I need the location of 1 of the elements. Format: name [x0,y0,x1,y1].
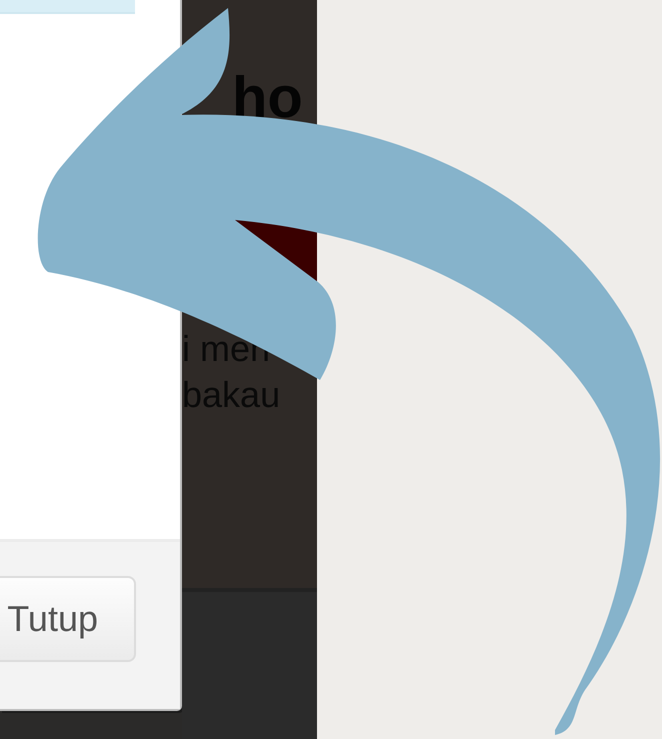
close-button[interactable]: Tutup [0,576,136,662]
